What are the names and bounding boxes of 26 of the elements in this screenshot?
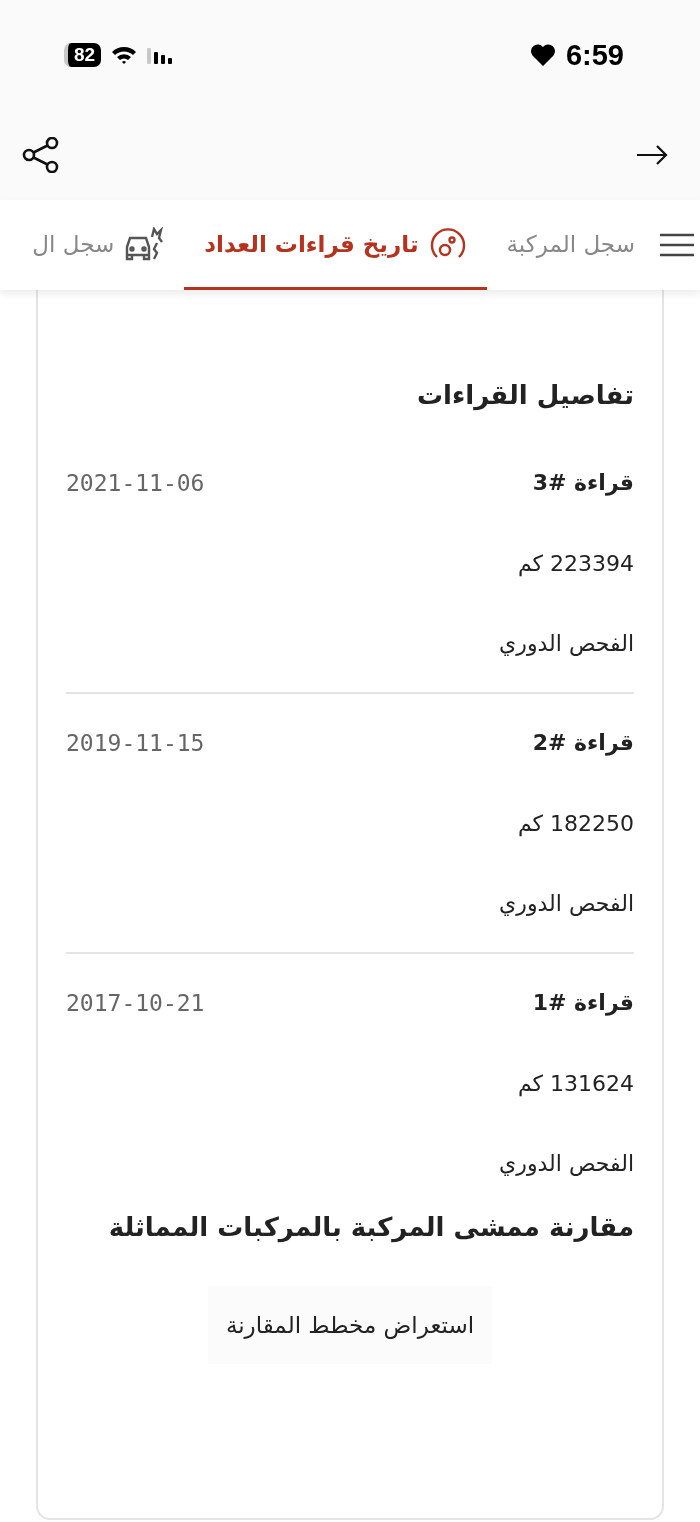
section-title: تفاصيل القراءات — [415, 380, 634, 410]
reading-date: 2021-11-06 — [66, 470, 205, 496]
heart-icon — [529, 43, 556, 67]
odometer-value: 223394 كم — [517, 551, 634, 576]
comparison-title: مقارنة ممشى المركبة بالمركبات المماثلة — [107, 1212, 634, 1242]
back-arrow-icon[interactable] — [636, 145, 668, 165]
wifi-icon — [111, 45, 138, 65]
battery-level: 82 — [64, 43, 102, 67]
reading-date: 2017-10-21 — [66, 990, 205, 1016]
reading-label: قراءة #2 — [532, 730, 634, 756]
reading-label: قراءة #3 — [532, 470, 634, 496]
reading-type: الفحص الدوري — [499, 891, 634, 916]
clock-time: 6:59 — [565, 38, 624, 72]
odometer-value: 131624 كم — [517, 1071, 634, 1096]
reading-date: 2019-11-15 — [66, 730, 205, 756]
menu-icon[interactable] — [659, 233, 695, 257]
car-crash-icon — [124, 226, 165, 261]
tab[interactable]: سجل المركبة — [486, 200, 635, 290]
share-icon[interactable] — [22, 137, 60, 173]
reading-label: قراءة #1 — [532, 990, 634, 1016]
reading-type: الفحص الدوري — [499, 1151, 634, 1176]
comparison-chart-button[interactable]: استعراض مخطط المقارنة — [207, 1286, 493, 1364]
odometer-value: 182250 كم — [517, 811, 634, 836]
tab[interactable]: سجل ال — [28, 200, 185, 290]
reading-type: الفحص الدوري — [499, 631, 634, 656]
tab[interactable]: تاريخ قراءات العداد — [184, 200, 487, 290]
